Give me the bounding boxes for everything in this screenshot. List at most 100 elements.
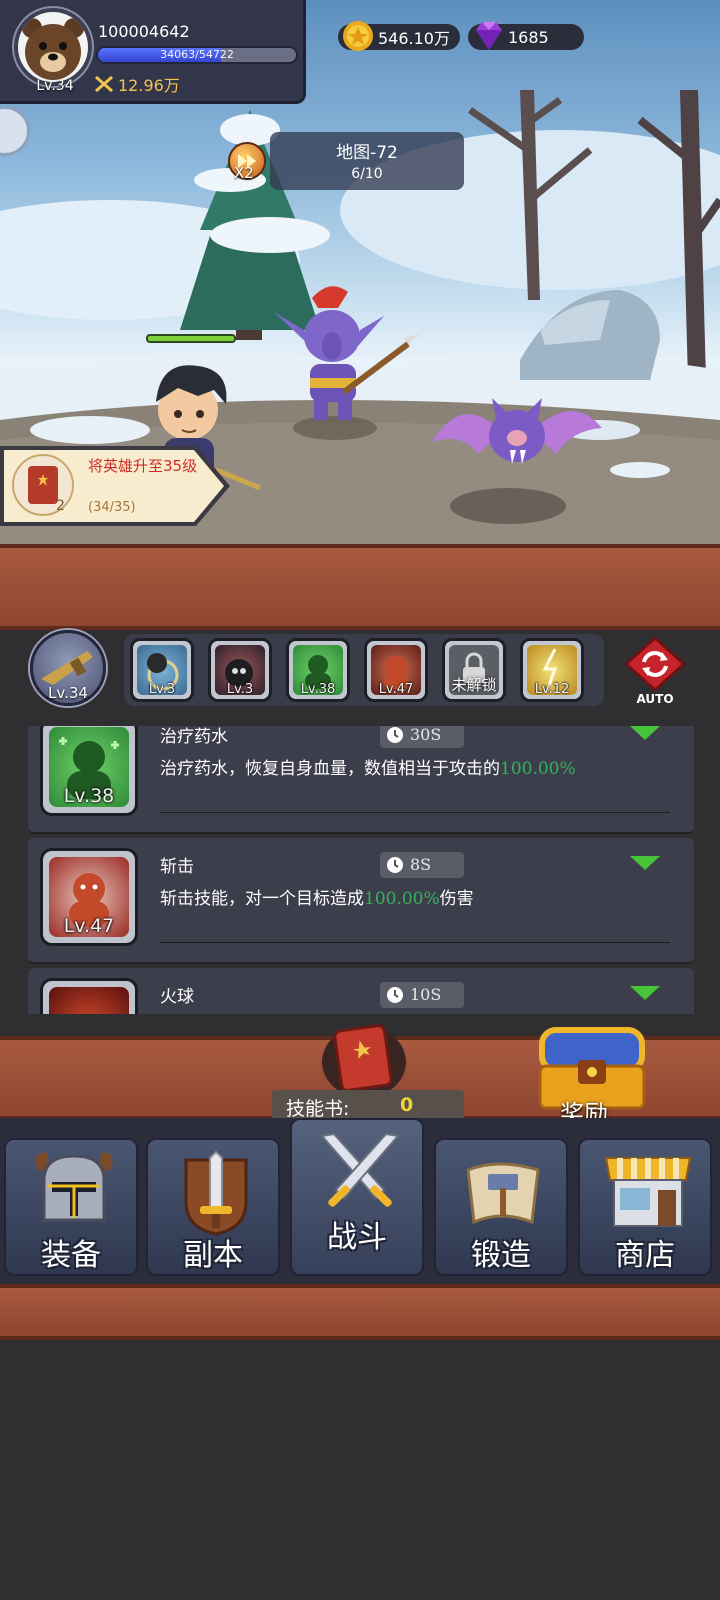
exp-text: 34063/54722 [160,48,234,61]
nav-dungeon[interactable]: 副本 [146,1138,280,1276]
sword-shield-icon [184,1150,248,1236]
skill-card-slash[interactable]: Lv.47 斩击 8S 斩击技能，对一个目标造成100.00%伤害 [28,838,694,964]
clock-icon [387,987,403,1003]
skill-cooldown: 10S [380,982,464,1008]
skill-card-fireball[interactable]: 火球 10S [28,968,694,1014]
skill-slot-6[interactable]: Lv.12 [520,638,584,702]
skill-desc-suffix: 伤害 [439,889,474,909]
skill-slot-3[interactable]: Lv.38 [286,638,350,702]
slot-locked-label: 未解锁 [451,676,497,694]
slot-skill-icon: 未解锁 [449,645,499,695]
skill-slot-4[interactable]: Lv.47 [364,638,428,702]
skill-card-icon-art: Lv.47 [49,857,129,937]
crossed-swords-icon [95,75,113,93]
exp-bar: 34063/54722 [96,46,298,64]
wood-divider-top [0,544,720,630]
slot-level: Lv.3 [226,682,254,695]
player-id: 100004642 [98,22,190,41]
clock-icon [387,857,403,873]
auto-refresh-icon [623,635,687,693]
skill-card-description: 治疗药水，恢复自身血量，数值相当于攻击的100.00% [160,754,576,779]
nav-label: 副本 [183,1238,243,1273]
slot-level: Lv.47 [378,682,414,695]
slot-level: Lv.12 [534,682,570,695]
map-wave-progress: 6/10 [351,166,383,182]
skill-card-level: Lv.47 [63,915,115,937]
skill-cooldown-value: 30S [410,726,442,744]
player-avatar[interactable] [14,8,92,86]
skill-desc-text: 治疗药水，恢复自身血量，数值相当于攻击的 [160,759,500,779]
divider [160,942,670,943]
skill-bar: Lv.34 Lv.3 Lv.3 Lv.38 Lv.47 未解锁 Lv.12 AU… [0,630,720,724]
skill-card-icon: Lv.38 [40,726,138,816]
top-hud: Lv.34 100004642 34063/54722 12.96万 546.1… [0,0,720,106]
skill-slot-2[interactable]: Lv.3 [208,638,272,702]
skill-slot-5-locked[interactable]: 未解锁 [442,638,506,702]
shop-icon [604,1157,692,1227]
slot-level: Lv.3 [148,682,176,695]
map-info: 地图-72 6/10 [270,132,464,190]
skill-card-icon: Lv.47 [40,848,138,946]
game-screen: X2 地图-72 6/10 2 将英雄升至35级 (34/35) Lv.34 1… [0,0,720,1600]
skill-card-icon-art [49,987,129,1014]
auto-skill-button[interactable]: AUTO [622,634,688,712]
nav-shop[interactable]: 商店 [578,1138,712,1276]
slot-skill-icon: Lv.3 [215,645,265,695]
skill-desc-highlight: 100.00% [500,759,576,779]
skill-card-name: 斩击 [160,857,194,877]
player-panel[interactable]: Lv.34 100004642 34063/54722 12.96万 [0,0,306,104]
skill-card-icon [40,978,138,1014]
quest-progress: (34/35) [88,500,136,515]
quest-banner[interactable]: 2 将英雄升至35级 (34/35) [0,444,232,528]
skill-card-level: Lv.38 [63,785,115,807]
skill-desc-highlight: 100.00% [364,889,440,909]
clock-icon [387,727,403,743]
wood-divider-bottom [0,1284,720,1340]
skill-cooldown: 8S [380,852,464,878]
bat-enemy [432,398,602,464]
gold-counter[interactable]: 546.10万 [338,21,460,51]
nav-battle[interactable]: 战斗 [290,1118,424,1276]
weapon-level: Lv.34 [48,684,88,702]
map-name: 地图-72 [336,143,398,163]
goblin-enemy [274,286,420,420]
skill-slot-1[interactable]: Lv.3 [130,638,194,702]
skill-cooldown: 30S [380,726,464,748]
skill-cooldown-value: 8S [410,855,432,874]
skill-card-name: 治疗药水 [160,727,228,747]
nav-label: 商店 [615,1238,675,1273]
nav-label: 装备 [41,1238,101,1273]
crossed-swords-icon [320,1132,400,1207]
gold-coin-icon [343,21,373,51]
reward-chest-button[interactable]: 奖励 [530,1022,654,1128]
slot-skill-icon: Lv.3 [137,645,187,695]
expand-arrow-icon[interactable] [630,856,660,870]
divider [160,812,670,813]
gem-counter[interactable]: 1685 [468,22,584,50]
skill-card-heal[interactable]: Lv.38 治疗药水 30S 治疗药水，恢复自身血量，数值相当于攻击的100.0… [28,726,694,834]
expand-arrow-icon[interactable] [630,986,660,1000]
slot-skill-icon: Lv.12 [527,645,577,695]
nav-equipment[interactable]: 装备 [4,1138,138,1276]
skill-book-icon [322,1024,406,1098]
hammer-scroll-icon [466,1162,540,1225]
slot-skill-icon: Lv.38 [293,645,343,695]
auto-label: AUTO [636,692,674,706]
skill-cooldown-value: 10S [410,985,442,1004]
player-level: Lv.34 [36,78,74,94]
quest-title: 将英雄升至35级 [88,457,198,475]
equipped-skill-slots: Lv.3 Lv.3 Lv.38 Lv.47 未解锁 Lv.12 [124,634,604,706]
purple-gem-icon [476,22,502,50]
skill-card-icon-art: Lv.38 [49,727,129,807]
helmet-icon [35,1152,113,1222]
bear-avatar-icon [22,18,84,80]
slot-level: Lv.38 [300,682,336,695]
skill-book-count: 0 [400,1094,414,1116]
nav-label: 锻造 [471,1238,531,1273]
expand-arrow-icon[interactable] [630,726,660,740]
skill-book-label: 技能书: [286,1098,350,1120]
quest-reward-count: 2 [56,498,65,514]
skill-card-name: 火球 [160,987,194,1007]
nav-forge[interactable]: 锻造 [434,1138,568,1276]
combat-power-value: 12.96万 [118,76,180,95]
